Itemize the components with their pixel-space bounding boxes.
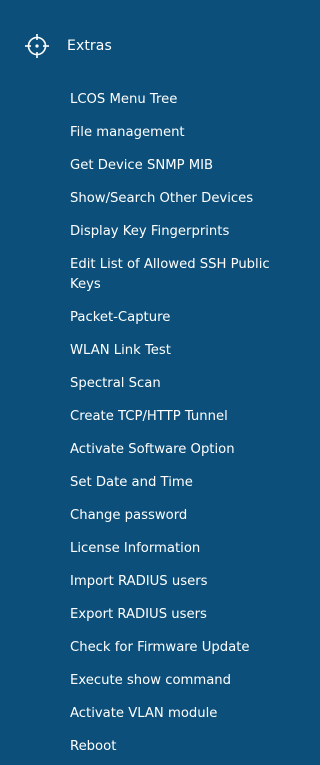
menu-item-spectral-scan[interactable]: Spectral Scan <box>70 374 296 394</box>
menu-item-reboot[interactable]: Reboot <box>70 737 296 757</box>
menu-item-display-key-fingerprints[interactable]: Display Key Fingerprints <box>70 222 296 242</box>
menu-item-license-information[interactable]: License Information <box>70 539 296 559</box>
menu-item-activate-vlan-module[interactable]: Activate VLAN module <box>70 704 296 724</box>
menu-item-edit-allowed-ssh-keys[interactable]: Edit List of Allowed SSH Public Keys <box>70 255 280 295</box>
menu-item-import-radius-users[interactable]: Import RADIUS users <box>70 572 296 592</box>
menu-item-lcos-menu-tree[interactable]: LCOS Menu Tree <box>70 90 296 110</box>
menu-item-set-date-and-time[interactable]: Set Date and Time <box>70 473 296 493</box>
menu-item-execute-show-command[interactable]: Execute show command <box>70 671 296 691</box>
menu-item-change-password[interactable]: Change password <box>70 506 296 526</box>
menu-item-create-tcp-http-tunnel[interactable]: Create TCP/HTTP Tunnel <box>70 407 296 427</box>
menu-item-file-management[interactable]: File management <box>70 123 296 143</box>
menu-item-wlan-link-test[interactable]: WLAN Link Test <box>70 341 296 361</box>
crosshair-circle-icon <box>25 34 49 58</box>
menu-item-packet-capture[interactable]: Packet-Capture <box>70 308 296 328</box>
section-title: Extras <box>67 38 112 54</box>
sidebar: Extras LCOS Menu Tree File management Ge… <box>0 0 302 765</box>
menu-item-show-search-other-devices[interactable]: Show/Search Other Devices <box>70 189 296 209</box>
menu-item-get-device-snmp-mib[interactable]: Get Device SNMP MIB <box>70 156 296 176</box>
extras-menu: LCOS Menu Tree File management Get Devic… <box>70 90 296 765</box>
extras-section-header[interactable]: Extras <box>24 32 112 60</box>
menu-item-activate-software-option[interactable]: Activate Software Option <box>70 440 296 460</box>
menu-item-check-firmware-update[interactable]: Check for Firmware Update <box>70 638 296 658</box>
menu-item-export-radius-users[interactable]: Export RADIUS users <box>70 605 296 625</box>
